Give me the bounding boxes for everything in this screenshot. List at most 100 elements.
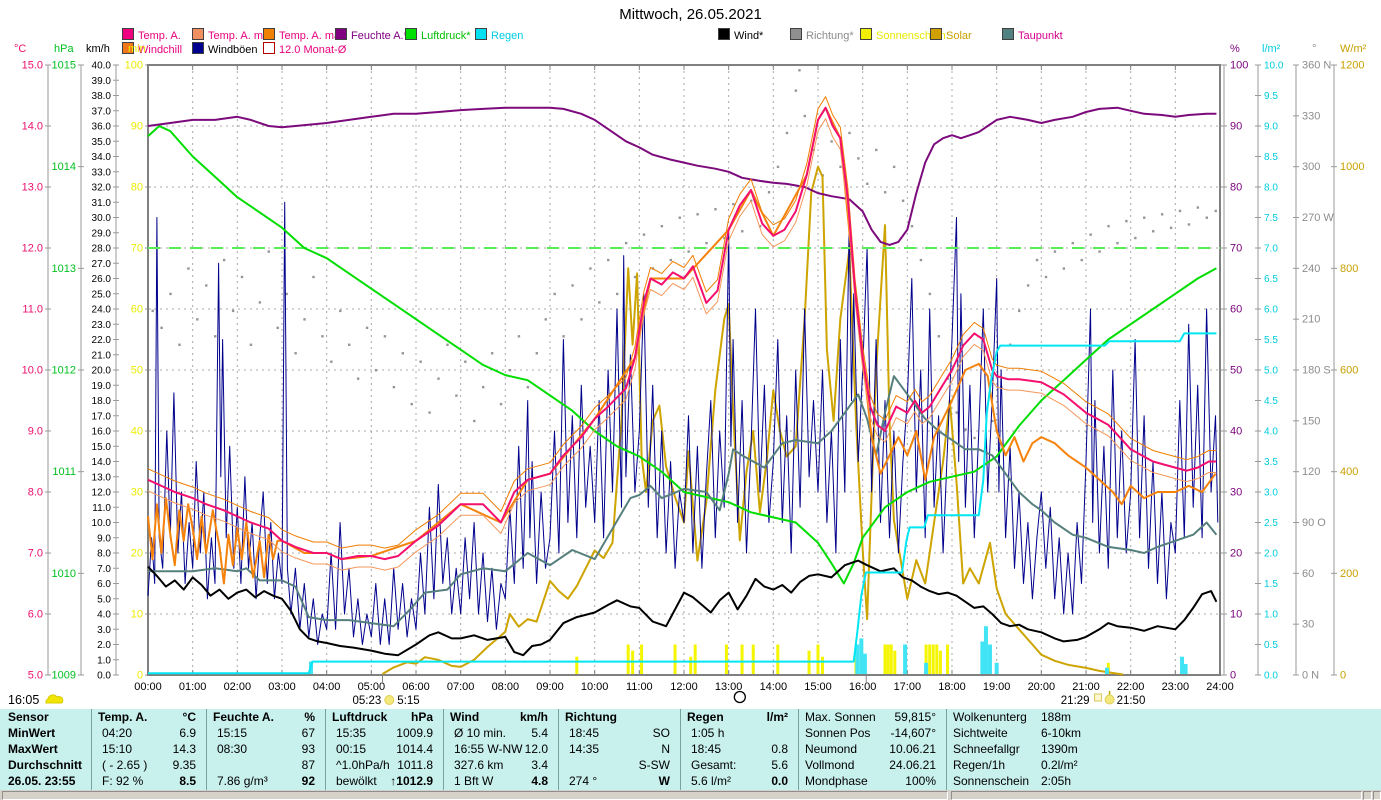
series-richtung-dots-dot (580, 318, 583, 321)
cell-value: SO (652, 726, 670, 740)
axis-label: min (128, 43, 146, 55)
cell-value: 4.8 (531, 774, 548, 788)
axis-label: 3.5 (1264, 457, 1278, 468)
stats-cell: Wolkenunterg 188m (953, 709, 1377, 725)
series-richtung-dots-dot (803, 114, 806, 118)
series-richtung-dots-dot (616, 292, 619, 296)
series-richtung-dots-dot (294, 352, 297, 355)
axis-label: 15:00 (804, 681, 832, 693)
axis-label: 10.0 (92, 518, 112, 529)
cell-value: 87 (301, 758, 315, 772)
stats-column-sensor: Sensor MinWert MaxWert Durchschnitt 26.05. 2… (2, 709, 89, 791)
series-richtung-dots-dot (598, 301, 601, 304)
axis-label: 40 (1230, 426, 1242, 438)
info-label: Neumond (805, 742, 858, 756)
cell-label: Ø 10 min. (454, 726, 507, 740)
sunset-time: 21:50 (1117, 695, 1146, 707)
axis-label: 40.0 (92, 61, 112, 72)
series-richtung-dots-dot (1169, 226, 1173, 230)
info-label: Sichtweite (953, 726, 1008, 740)
series-richtung-dots-dot (1080, 258, 1083, 262)
series-richtung-dots-dot (276, 326, 279, 330)
series-richtung-dots-dot (401, 352, 404, 355)
stats-cell: 1 Bft W 4.8 (450, 773, 554, 789)
axis-label: 05:00 (358, 681, 386, 693)
stats-cell: Vollmond 24.06.21 (805, 757, 942, 773)
series-richtung-dots-dot (1143, 216, 1146, 219)
info-label: Schneefallgr (953, 742, 1020, 756)
col-unit: km/h (519, 710, 548, 724)
series-richtung-dots-dot (589, 267, 592, 270)
axis-label: 30 (1230, 487, 1242, 499)
cell-label: 7.86 g/m³ (217, 774, 268, 788)
axis-label: W/m² (1340, 43, 1367, 55)
series-richtung-dots-dot (1160, 213, 1164, 216)
axis-label: 36.0 (92, 122, 112, 133)
axis-label: 7.0 (28, 548, 43, 560)
stats-cell: 15:35 1009.9 (332, 725, 439, 741)
stats-cell: 15:15 67 (213, 725, 321, 741)
cell-label: 18:45 (691, 742, 722, 756)
axis-label: 4.0 (1264, 427, 1278, 438)
series-richtung-dots-dot (151, 309, 154, 313)
moonrise-time: 21:29 (1061, 695, 1090, 707)
axis-label: 33.0 (92, 167, 112, 178)
series-richtung-dots-dot (160, 326, 163, 330)
axis-label: 0.0 (97, 671, 111, 682)
axis-label: 26.0 (92, 274, 112, 285)
axis-label: 35.0 (92, 137, 112, 148)
series-richtung-dots-dot (508, 369, 512, 372)
cell-label: Gesamt: (691, 758, 737, 772)
axis-label: 15.0 (92, 442, 112, 453)
stats-column-temp: Temp. A. °C 04:20 6.9 15:10 14.3 ( - 2.65 ) 9.3… (91, 709, 206, 791)
stats-cell: MinWert (8, 726, 56, 740)
stats-cell: Neumond 10.06.21 (805, 741, 942, 757)
info-label: Sonnenschein (953, 774, 1030, 788)
series-richtung-dots-dot (678, 216, 681, 219)
cell-value: 8.5 (179, 774, 196, 788)
stats-cell: Regen/1h 0.2l/m² (953, 757, 1377, 773)
stats-column-wolken: Wolkenunterg 188m Sichtweite 6-10km Schneefa… (946, 709, 1381, 791)
stats-cell: 327.6 km 3.4 (450, 757, 554, 773)
cell-label: 15:15 (217, 726, 248, 740)
series-richtung-dots-dot (1018, 309, 1021, 313)
series-richtung-dots-dot (955, 411, 958, 414)
axis-label: 300 (1302, 161, 1320, 173)
axis-label: 90 (1230, 121, 1242, 133)
axis-label: 90 (131, 121, 143, 133)
series-richtung-dots-dot (392, 385, 396, 389)
axis-label: 0 (137, 670, 143, 682)
series-richtung-dots-dot (866, 182, 869, 186)
series-richtung-dots-dot (1089, 233, 1092, 236)
series-richtung-dots-dot (1116, 241, 1119, 245)
col-header: Luftdruck (332, 710, 388, 724)
axis-label: 13.0 (92, 472, 112, 483)
series-richtung-dots-dot (607, 258, 610, 262)
axis-label: 200 (1340, 568, 1358, 580)
axis-label: °C (14, 43, 26, 55)
axis-label: 40 (131, 426, 143, 438)
axis-label: 28.0 (92, 244, 112, 255)
axis-label: 600 (1340, 365, 1358, 377)
series-richtung-dots-dot (526, 385, 530, 389)
axis-label: 1014 (52, 161, 76, 173)
cell-value: 3.4 (531, 758, 548, 772)
stats-cell: Max. Sonnen 59,815° (805, 709, 942, 725)
series-richtung-dots-dot (1134, 236, 1137, 240)
axis-label: 32.0 (92, 183, 112, 194)
axis-label: 20 (131, 548, 143, 560)
axis-label: 3.0 (1264, 488, 1278, 499)
cell-value: 1009.9 (396, 726, 433, 740)
axis-label: 100 (125, 60, 143, 72)
axis-label: 22:00 (1117, 681, 1145, 693)
series-richtung-dots-dot (455, 394, 458, 397)
series-richtung-dots-dot (928, 292, 932, 296)
axis-label: 00:00 (134, 681, 162, 693)
series-regen (148, 332, 1217, 675)
series-richtung-dots-dot (776, 165, 780, 169)
series-richtung-dots-dot (696, 213, 699, 216)
series-richtung-dots-dot (741, 230, 744, 233)
cell-value: 14.3 (172, 742, 196, 756)
series-richtung-dots-dot (1205, 216, 1208, 219)
series-richtung-dots-dot (437, 377, 440, 380)
